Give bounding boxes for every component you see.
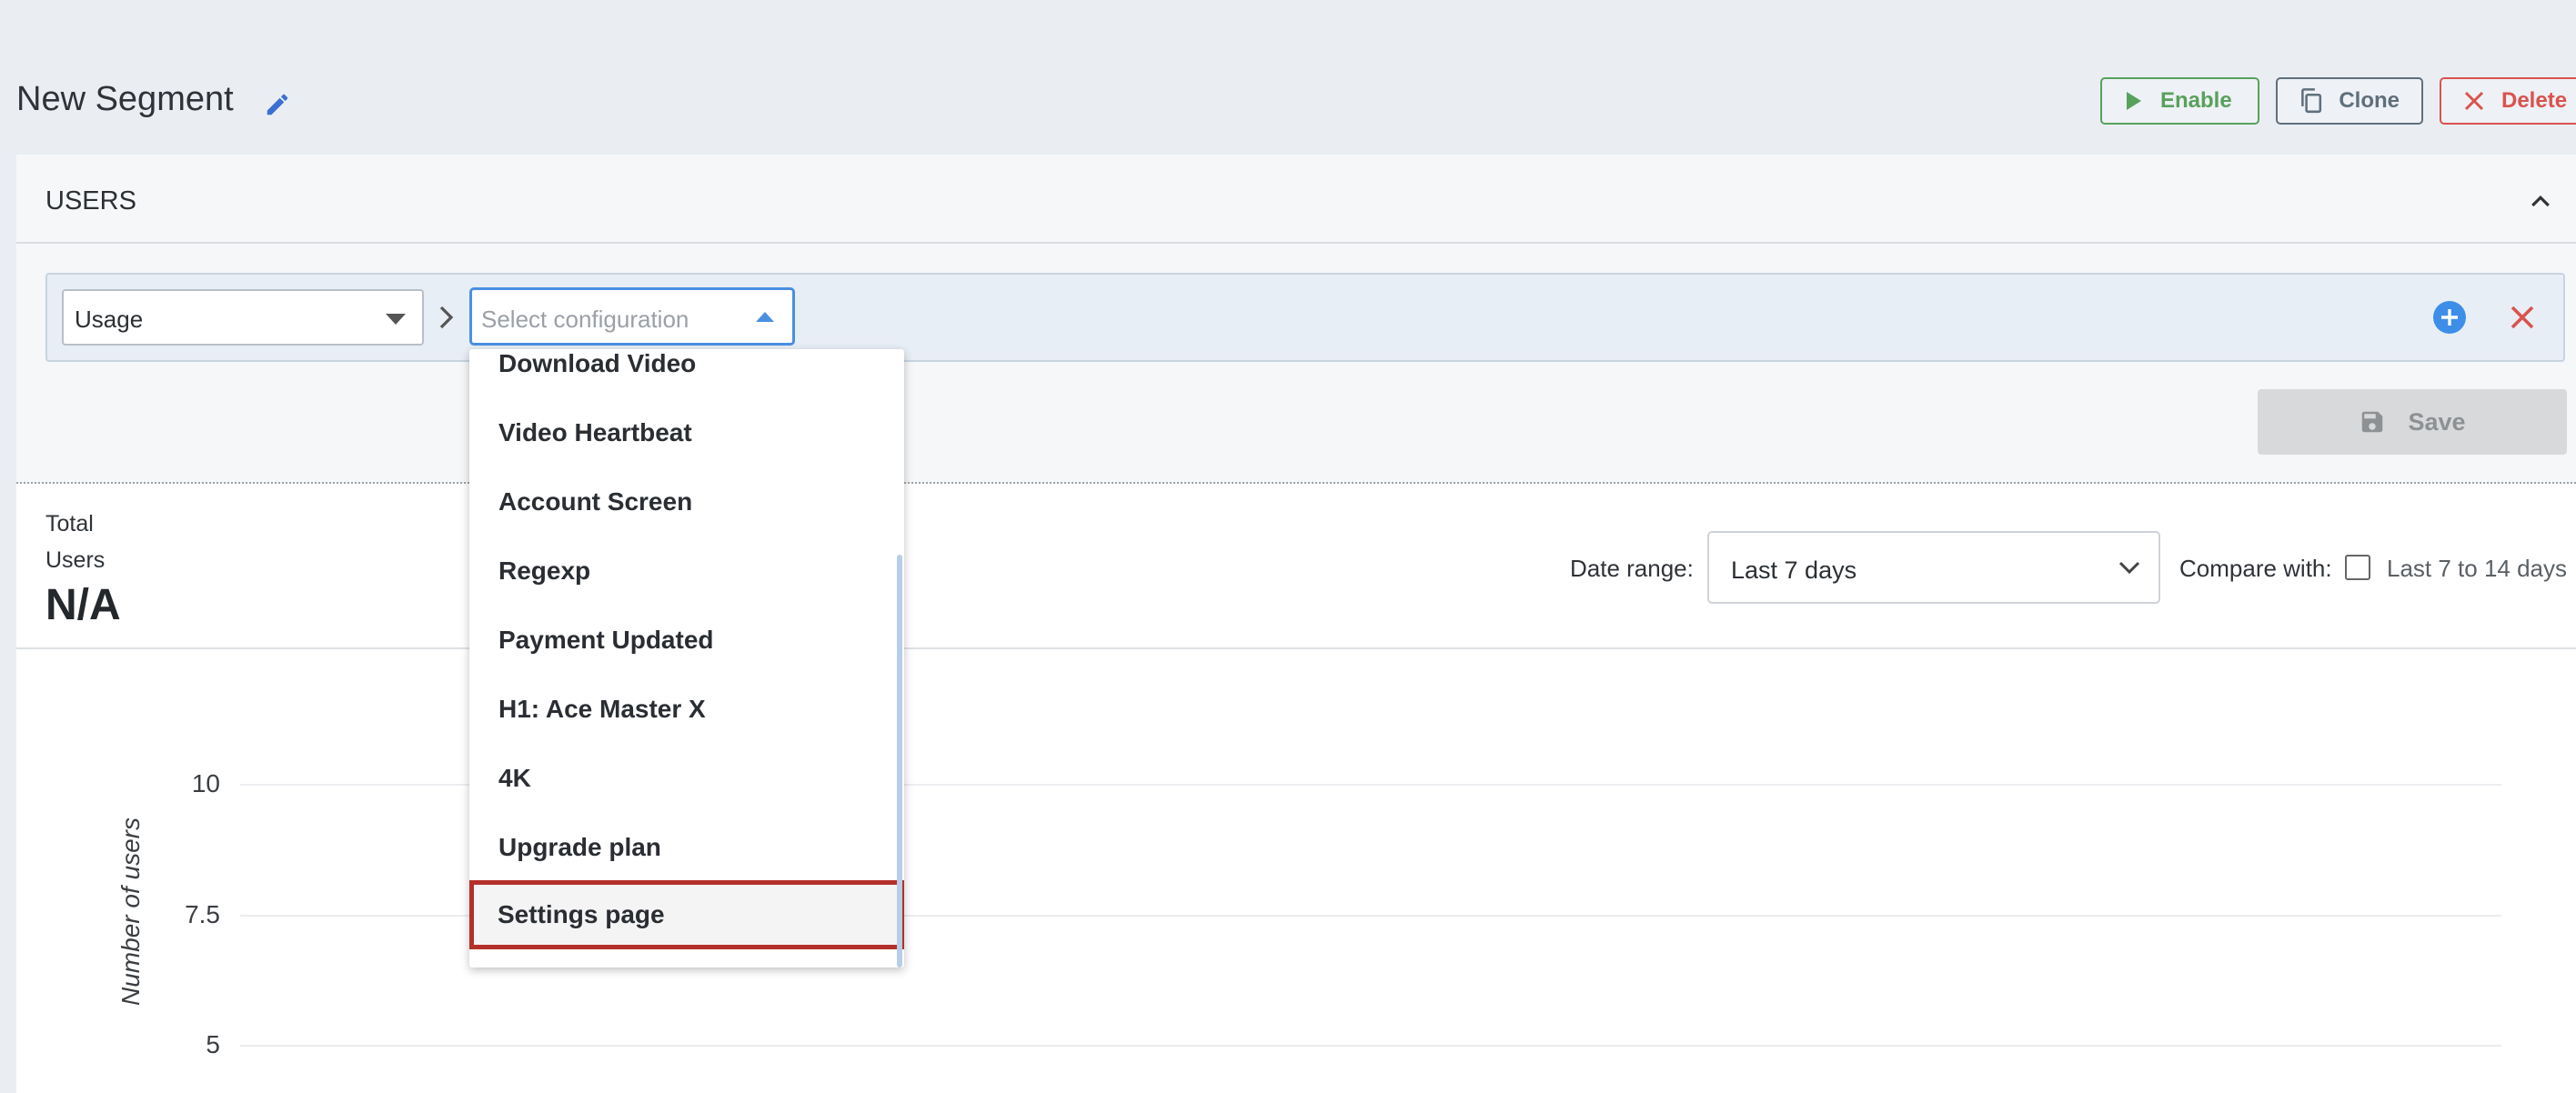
copy-icon (2301, 88, 2322, 114)
users-panel-header[interactable] (16, 155, 2576, 244)
configuration-select[interactable]: Select configuration (469, 287, 795, 346)
page-title: New Segment (16, 80, 234, 118)
chevron-down-icon (2118, 561, 2140, 575)
y-tick-label: 5 (206, 1030, 220, 1058)
configuration-placeholder: Select configuration (481, 306, 689, 333)
gridline (240, 1045, 2501, 1047)
dropdown-option[interactable]: Payment Updated (469, 606, 904, 675)
save-button[interactable]: Save (2258, 389, 2567, 455)
delete-label: Delete (2501, 88, 2568, 113)
dropdown-option[interactable]: Video Heartbeat (469, 398, 904, 467)
y-tick-label: 10 (191, 769, 220, 797)
date-range-label: Date range: (1570, 555, 1694, 582)
caret-down-icon (386, 314, 406, 325)
total-users-label: Total Users (45, 511, 106, 573)
save-icon (2362, 411, 2383, 433)
filter-type-select[interactable]: Usage (62, 289, 424, 346)
dropdown-option[interactable]: Download Video (469, 349, 904, 398)
dropdown-option[interactable]: H1: Ace Master X (469, 675, 904, 744)
dropdown-option[interactable]: Account Screen (469, 467, 904, 536)
chart-area (16, 649, 2576, 1093)
add-filter-icon[interactable] (2432, 300, 2467, 335)
compare-option-label: Last 7 to 14 days (2387, 555, 2568, 582)
clone-button[interactable]: Clone (2276, 77, 2423, 125)
compare-checkbox[interactable] (2345, 555, 2370, 580)
clone-label: Clone (2339, 88, 2400, 113)
dropdown-scrollbar[interactable] (897, 555, 902, 968)
dropdown-option[interactable]: Regexp (469, 536, 904, 606)
chevron-up-icon[interactable] (2527, 187, 2554, 215)
configuration-dropdown: Download Video Video Heartbeat Account S… (469, 349, 904, 968)
chevron-right-icon (439, 306, 454, 329)
save-label: Save (2408, 407, 2466, 436)
dropdown-option[interactable]: Upgrade plan (469, 813, 904, 882)
dropdown-option[interactable]: 4K (469, 744, 904, 813)
remove-filter-icon[interactable] (2508, 303, 2537, 332)
y-tick-label: 7.5 (185, 900, 220, 928)
enable-label: Enable (2160, 88, 2232, 113)
caret-up-icon (756, 312, 774, 322)
delete-button[interactable]: Delete (2440, 77, 2576, 125)
filter-type-value: Usage (75, 306, 144, 333)
date-range-select[interactable]: Last 7 days (1707, 531, 2160, 604)
date-range-value: Last 7 days (1731, 557, 1857, 584)
y-axis-label: Number of users (116, 817, 145, 1006)
close-icon (2464, 91, 2484, 111)
dropdown-option-highlighted[interactable]: Settings page (469, 880, 904, 949)
play-icon (2127, 92, 2141, 110)
edit-pencil-icon[interactable] (264, 91, 291, 118)
compare-with-label: Compare with: (2179, 555, 2332, 582)
panel-title: USERS (45, 186, 136, 216)
total-users-value: N/A (45, 581, 121, 629)
enable-button[interactable]: Enable (2100, 77, 2259, 125)
